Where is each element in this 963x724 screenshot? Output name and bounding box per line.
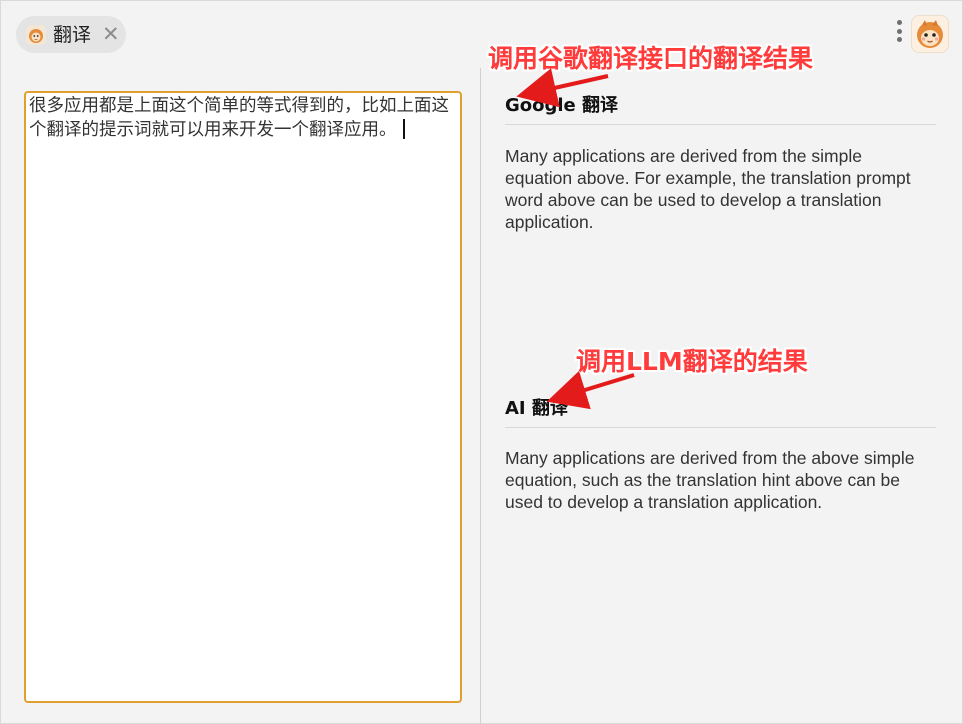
source-text-editor[interactable]: 很多应用都是上面这个简单的等式得到的，比如上面这个翻译的提示词就可以用来开发一个… (24, 91, 462, 703)
annotation-llm: 调用LLM翻译的结果 (576, 347, 808, 376)
close-icon[interactable]: ✕ (102, 22, 120, 46)
monkey-avatar-icon (917, 20, 943, 48)
tab-translate[interactable]: 翻译 ✕ (16, 16, 126, 53)
source-text: 很多应用都是上面这个简单的等式得到的，比如上面这个翻译的提示词就可以用来开发一个… (29, 96, 449, 140)
more-vertical-icon[interactable] (892, 20, 906, 48)
tab-label: 翻译 (53, 24, 92, 46)
google-result-text: Many applications are derived from the s… (505, 146, 911, 232)
ai-result-title: AI 翻译 (505, 398, 568, 419)
panel-divider (480, 68, 481, 724)
google-result-title: Google 翻译 (505, 95, 619, 116)
avatar[interactable] (911, 15, 949, 53)
text-caret (402, 119, 405, 139)
ai-result-divider (505, 427, 936, 428)
monkey-avatar-icon (26, 25, 46, 45)
google-result-divider (505, 124, 936, 125)
annotation-google: 调用谷歌翻译接口的翻译结果 (488, 44, 814, 73)
ai-result-text: Many applications are derived from the a… (505, 448, 915, 512)
